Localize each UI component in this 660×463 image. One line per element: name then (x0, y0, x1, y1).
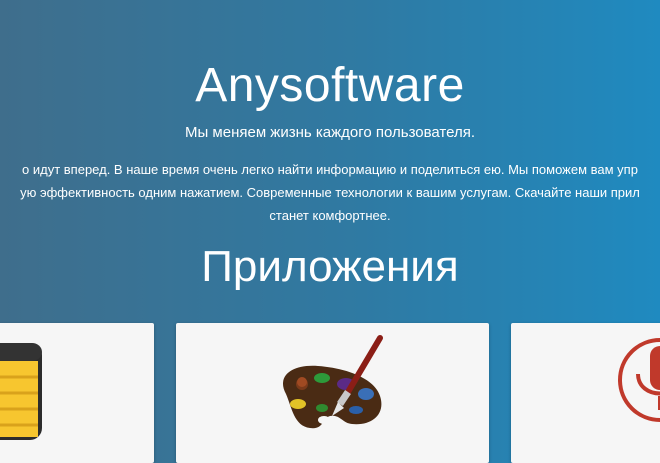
description: о идут вперед. В наше время очень легко … (0, 158, 660, 227)
brand-title: Anysoftware (195, 59, 465, 112)
tagline: Мы меняем жизнь каждого пользователя. (184, 124, 476, 141)
description-line: станет комфортнее. (269, 208, 391, 223)
description-line: о идут вперед. В наше время очень легко … (22, 162, 638, 177)
microphone-icon (618, 338, 660, 422)
apps-section-title: Приложения (201, 242, 459, 291)
notes-icon (0, 343, 42, 440)
palette-icon (282, 335, 383, 429)
hero-section: Anysoftware Мы меняем жизнь каждого поль… (0, 0, 660, 463)
description-line: ую эффективность одним нажатием. Совреме… (20, 185, 640, 200)
